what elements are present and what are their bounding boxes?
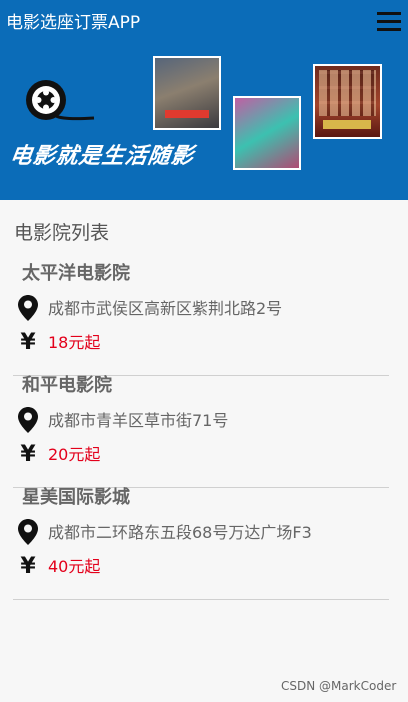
movie-poster[interactable] [233, 96, 301, 170]
yen-icon: ¥ [20, 554, 36, 579]
location-pin-icon [18, 519, 38, 545]
cinema-address: 成都市青羊区草市街71号 [48, 411, 229, 430]
location-pin-icon [18, 407, 38, 433]
cinema-price: 40元起 [48, 557, 101, 576]
cinema-address: 成都市二环路东五段68号万达广场F3 [48, 523, 312, 542]
cinema-price: 18元起 [48, 333, 101, 352]
location-pin-icon [18, 295, 38, 321]
film-reel-icon [26, 80, 95, 121]
menu-icon[interactable] [374, 8, 404, 36]
app-title: 电影选座订票APP [6, 13, 141, 33]
app-header: 电影选座订票APP 电影就是生活随影 [0, 0, 408, 200]
cinema-address: 成都市武侯区高新区紫荆北路2号 [48, 299, 283, 318]
watermark: CSDN @MarkCoder [281, 679, 397, 693]
movie-poster[interactable] [153, 56, 221, 130]
cinema-name: 和平电影院 [22, 375, 112, 396]
cinema-list-item[interactable]: 星美国际影城 成都市二环路东五段68号万达广场F3 ¥ 40元起 [13, 486, 389, 600]
cinema-list-title: 电影院列表 [14, 222, 110, 244]
banner-slogan: 电影就是生活随影 [8, 143, 196, 169]
cinema-name: 星美国际影城 [22, 487, 130, 508]
yen-icon: ¥ [20, 442, 36, 467]
cinema-list-item[interactable]: 和平电影院 成都市青羊区草市街71号 ¥ 20元起 [13, 374, 389, 488]
cinema-price: 20元起 [48, 445, 101, 464]
cinema-name: 太平洋电影院 [22, 263, 130, 284]
cinema-list-item[interactable]: 太平洋电影院 成都市武侯区高新区紫荆北路2号 ¥ 18元起 [13, 262, 389, 376]
yen-icon: ¥ [20, 330, 36, 355]
movie-poster[interactable] [313, 64, 382, 139]
